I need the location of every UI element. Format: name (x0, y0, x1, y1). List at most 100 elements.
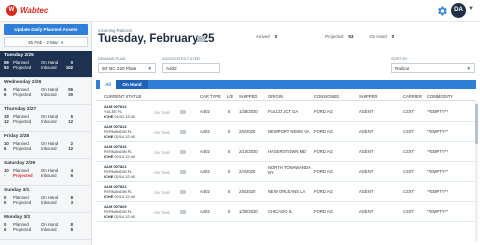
commodity: **EMPTY** (427, 149, 448, 154)
table-row[interactable]: ALM 007829 FERNANDIN FL ICHE 02/14 12:40 ON… (96, 202, 476, 222)
day-row-projected: 6 Projected Inbound 30 (4, 92, 88, 98)
table-row[interactable]: ALM 007816 FERNANDIN FL ICHE 02/14 12:40 ON… (96, 142, 476, 162)
day-card[interactable]: Sunday 3/1 0 Planned On Hand 8 0 Projected Inbo… (0, 186, 92, 213)
chevron-down-icon[interactable]: ▼ (468, 6, 474, 12)
shipper: AGENT (359, 129, 374, 134)
col-shipped[interactable]: SHIPPED (239, 94, 257, 99)
demand-plan-select[interactable]: 50' BC 220 Plate ▼ (98, 63, 156, 73)
carrier: CSXT (403, 109, 415, 114)
day-card[interactable]: Tuesday 2/25 59 Planned On Hand 0 53 Projected… (0, 51, 92, 78)
col-carrier[interactable]: CARRIER (403, 94, 422, 99)
event-time: 01/31 13:30 (114, 113, 135, 119)
projected-label: Projected (13, 119, 32, 125)
event-code: ICHE (104, 173, 114, 179)
inbound-label: Inbound (41, 92, 57, 98)
summary-stats: Arrived 0 Projected 53 On Hand 0 (256, 34, 394, 39)
car-type: A402 (200, 149, 210, 154)
on-time-status: ON TIME (154, 190, 171, 195)
event-code: ICHE (104, 133, 114, 139)
day-row-projected: - Projected Inbound 6 (4, 173, 88, 179)
shipped-date: 2/10/2020 (239, 149, 258, 154)
comment-icon[interactable] (180, 130, 186, 134)
shipped-date: 2/5/2020 (239, 129, 256, 134)
origin: NORTH TONAWANDA NY (268, 165, 311, 175)
inbound-label: Inbound (41, 146, 57, 152)
table-row[interactable]: ALM 007822 FERNANDIN FL ICHE 02/14 12:40 ON… (96, 182, 476, 202)
day-row-projected: 53 Projected Inbound 102 (4, 65, 88, 71)
shipped-date: 1/30/2020 (239, 209, 258, 214)
user-avatar[interactable]: DA (451, 3, 466, 18)
comment-icon[interactable] (180, 210, 186, 214)
day-row-projected: 5 Projected Inbound 12 (4, 146, 88, 152)
logo-text: Wabtec (20, 6, 49, 15)
arrived-label: Arrived (256, 34, 270, 39)
comment-icon[interactable] (197, 36, 205, 42)
date-range-selector[interactable]: 25 Feb - 2 Mar ▼ (4, 37, 88, 47)
day-title: Monday 3/2 (4, 215, 31, 220)
tab-on-hand[interactable]: On Hand (116, 80, 148, 89)
origin: CHICAGO IL (268, 209, 293, 214)
shipper: AGENT (359, 149, 374, 154)
shipper: AGENT (359, 109, 374, 114)
col-consignee[interactable]: CONSIGNEE (314, 94, 339, 99)
tab-bar: All On Hand (96, 80, 476, 89)
event-code: ICHE (104, 213, 114, 219)
le-value: 5 (228, 169, 231, 174)
projected-count: 53 (348, 34, 354, 39)
shipper: AGENT (359, 169, 374, 174)
comment-icon[interactable] (180, 170, 186, 174)
le-value: 5 (228, 109, 231, 114)
associated-filter-input[interactable]: A402 (162, 63, 220, 73)
day-title: Saturday 2/29 (4, 161, 36, 166)
comment-icon[interactable] (180, 150, 186, 154)
day-card[interactable]: Saturday 2/29 10 Planned On Hand 4- Projected… (0, 159, 92, 186)
col-car-type[interactable]: CAR TYPE (200, 94, 221, 99)
day-row-projected: 0 Projected Inbound 8 (4, 227, 88, 233)
day-card[interactable]: Monday 3/2 0 Planned On Hand 8 0 Projected Inbo… (0, 213, 92, 240)
day-title: Wednesday 2/26 (4, 80, 42, 85)
inbound-count: 12 (68, 119, 73, 125)
col-le[interactable]: L/E (227, 94, 233, 99)
car-type: A402 (200, 209, 210, 214)
associated-filter-value: A402 (166, 65, 177, 71)
col-origin[interactable]: ORIGIN (268, 94, 283, 99)
event-time: 02/14 12:40 (114, 173, 135, 179)
comment-icon[interactable] (180, 110, 186, 114)
table-row[interactable]: ALM 007821 FERNANDIN FL ICHE 02/14 12:40 ON… (96, 162, 476, 182)
railcar-event: ICHE 02/14 12:40 (104, 133, 135, 140)
col-current-status[interactable]: CURRENT STATUS (104, 94, 141, 99)
day-row-projected: 12 Projected Inbound 12 (4, 119, 88, 125)
current-status: ALM 007814 YULEE FL ICHE 01/31 13:30 (104, 104, 135, 119)
sort-by-value: Railcar (395, 65, 410, 71)
col-shipper[interactable]: SHIPPER (359, 94, 377, 99)
current-status: ALM 007829 FERNANDIN FL ICHE 02/14 12:40 (104, 204, 135, 219)
tab-all[interactable]: All (100, 80, 116, 89)
day-card[interactable]: Friday 2/28 10 Planned On Hand 2 5 Projected In… (0, 132, 92, 159)
wabtec-logo[interactable]: W Wabtec (6, 5, 48, 16)
event-code: ICHE (104, 193, 114, 199)
sort-by-select[interactable]: Railcar ▼ (391, 63, 475, 73)
day-card[interactable]: Thursday 2/27 19 Planned On Hand 5 12 Projecte… (0, 105, 92, 132)
on-time-status: ON TIME (154, 210, 171, 215)
projected-label: Projected (13, 173, 33, 179)
commodity: **EMPTY** (427, 109, 448, 114)
chevron-down-icon: ▼ (147, 66, 152, 71)
comment-icon[interactable] (180, 190, 186, 194)
scrollbar-thumb[interactable] (475, 104, 478, 144)
day-card[interactable]: Wednesday 2/26 6 Planned On Hand 55 6 Projecte… (0, 78, 92, 105)
table-row[interactable]: ALM 007814 YULEE FL ICHE 01/31 13:30 ON TIM… (96, 102, 476, 122)
railcar-event: ICHE 02/14 12:40 (104, 193, 135, 200)
railcar-event: ICHE 02/14 12:40 (104, 173, 135, 180)
event-code: ICHE (104, 113, 114, 119)
event-time: 02/14 12:40 (114, 213, 135, 219)
consignee: FORD AG (314, 209, 333, 214)
event-time: 02/14 12:40 (114, 153, 135, 159)
table-row[interactable]: ALM 007813 FERNANDIN FL ICHE 02/14 12:40 ON… (96, 122, 476, 142)
col-commodity[interactable]: COMMODITY (427, 94, 453, 99)
le-value: 5 (228, 129, 231, 134)
gear-icon[interactable] (436, 5, 448, 17)
day-title: Thursday 2/27 (4, 107, 37, 112)
projected-count: 53 (4, 65, 9, 71)
on-time-status: ON TIME (154, 150, 171, 155)
update-planned-assets-button[interactable]: Update Daily Planned Assets (4, 24, 88, 35)
